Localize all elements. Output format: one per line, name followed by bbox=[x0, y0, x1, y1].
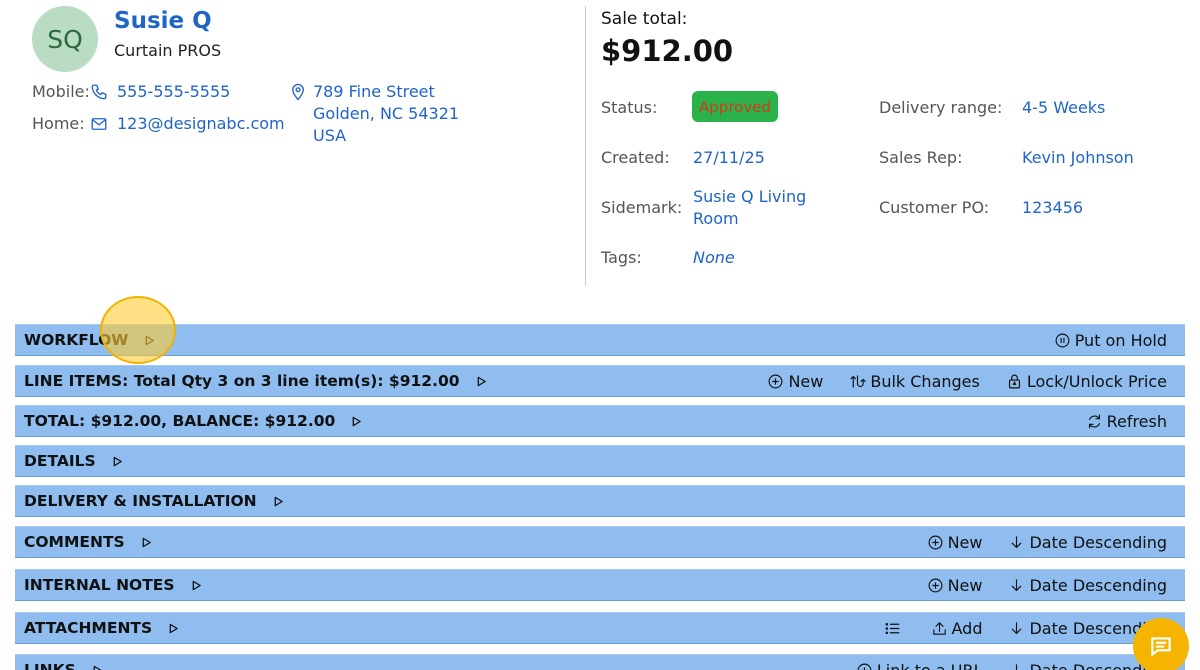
lock-unlock-price-button[interactable]: Lock/Unlock Price bbox=[1006, 372, 1167, 391]
section-workflow[interactable]: WORKFLOW Put on Hold bbox=[15, 324, 1185, 356]
chevron-right-icon[interactable] bbox=[351, 415, 363, 427]
customer-po-label: Customer PO: bbox=[879, 198, 990, 217]
plus-circle-icon bbox=[928, 535, 943, 549]
delivery-range-label: Delivery range: bbox=[879, 98, 1003, 117]
mobile-label: Mobile: bbox=[32, 82, 90, 101]
status-label: Status: bbox=[601, 98, 658, 117]
sort-notes-button[interactable]: Date Descending bbox=[1008, 576, 1167, 595]
link-to-url-label: Link to a URL bbox=[876, 660, 983, 670]
section-title: LINE ITEMS: Total Qty 3 on 3 line item(s… bbox=[24, 372, 460, 390]
status-badge[interactable]: Approved bbox=[692, 91, 778, 122]
section-title: TOTAL: $912.00, BALANCE: $912.00 bbox=[24, 412, 336, 430]
refresh-icon bbox=[1088, 414, 1100, 428]
section-attachments[interactable]: ATTACHMENTS Add Date Descending bbox=[15, 612, 1185, 644]
new-comment-button[interactable]: New bbox=[927, 532, 983, 552]
section-internal-notes[interactable]: INTERNAL NOTES New Date Descending bbox=[15, 569, 1185, 601]
plus-circle-icon bbox=[768, 374, 783, 388]
section-title: DETAILS bbox=[24, 452, 96, 470]
put-on-hold-button[interactable]: Put on Hold bbox=[1054, 331, 1167, 350]
upload-icon bbox=[932, 621, 946, 635]
sort-comments-button[interactable]: Date Descending bbox=[1008, 533, 1167, 552]
pause-circle-icon bbox=[1055, 333, 1070, 347]
new-label: New bbox=[947, 532, 983, 552]
chat-icon bbox=[1151, 637, 1171, 656]
link-to-url-button[interactable]: Link to a URL bbox=[856, 660, 983, 670]
home-label: Home: bbox=[32, 114, 85, 133]
section-details[interactable]: DETAILS bbox=[15, 445, 1185, 477]
chevron-right-icon[interactable] bbox=[476, 375, 488, 387]
chat-button[interactable] bbox=[1133, 618, 1189, 670]
lock-unlock-price-label: Lock/Unlock Price bbox=[1026, 371, 1167, 391]
location-pin-icon bbox=[289, 83, 307, 101]
new-label: New bbox=[788, 371, 824, 391]
bulk-changes-label: Bulk Changes bbox=[870, 371, 980, 391]
sort-label: Date Descending bbox=[1029, 532, 1167, 552]
header-divider bbox=[585, 6, 586, 286]
sales-rep-label: Sales Rep: bbox=[879, 148, 963, 167]
add-label: Add bbox=[951, 618, 983, 638]
chevron-right-icon[interactable] bbox=[273, 495, 285, 507]
chevron-right-icon[interactable] bbox=[92, 664, 104, 670]
list-view-button[interactable] bbox=[884, 620, 905, 637]
created-date[interactable]: 27/11/25 bbox=[693, 148, 765, 167]
chevron-right-icon[interactable] bbox=[141, 536, 153, 548]
mail-icon bbox=[90, 115, 108, 133]
sidemark-label: Sidemark: bbox=[601, 198, 683, 217]
avatar: SQ bbox=[32, 6, 98, 72]
plus-circle-icon bbox=[857, 663, 872, 670]
refresh-button[interactable]: Refresh bbox=[1086, 412, 1167, 431]
section-delivery-installation[interactable]: DELIVERY & INSTALLATION bbox=[15, 485, 1185, 517]
add-attachment-button[interactable]: Add bbox=[931, 618, 983, 638]
arrow-down-icon bbox=[1012, 621, 1022, 634]
sidemark-line1[interactable]: Susie Q Living bbox=[693, 187, 806, 206]
section-title: LINKS bbox=[24, 661, 76, 670]
section-title: INTERNAL NOTES bbox=[24, 576, 175, 594]
section-comments[interactable]: COMMENTS New Date Descending bbox=[15, 526, 1185, 558]
section-total[interactable]: TOTAL: $912.00, BALANCE: $912.00 Refresh bbox=[15, 405, 1185, 437]
chevron-right-icon[interactable] bbox=[112, 455, 124, 467]
sale-total-value: $912.00 bbox=[601, 34, 734, 68]
section-title: ATTACHMENTS bbox=[24, 619, 153, 637]
sidemark-line2[interactable]: Room bbox=[693, 209, 739, 228]
customer-name[interactable]: Susie Q bbox=[114, 8, 212, 34]
phone-icon bbox=[90, 83, 108, 101]
mobile-phone-link[interactable]: 555-555-5555 bbox=[117, 82, 230, 101]
chevron-right-icon[interactable] bbox=[168, 622, 180, 634]
address-line1[interactable]: 789 Fine Street bbox=[313, 82, 435, 101]
address-line3[interactable]: USA bbox=[313, 126, 346, 145]
email-link[interactable]: 123@designabc.com bbox=[117, 114, 285, 133]
section-links[interactable]: LINKS Link to a URL Date Descending bbox=[15, 654, 1185, 670]
sales-rep-value[interactable]: Kevin Johnson bbox=[1022, 148, 1134, 167]
bulk-changes-icon bbox=[850, 374, 867, 388]
new-note-button[interactable]: New bbox=[927, 575, 983, 595]
new-line-item-button[interactable]: New bbox=[767, 372, 823, 391]
section-line-items[interactable]: LINE ITEMS: Total Qty 3 on 3 line item(s… bbox=[15, 365, 1185, 397]
delivery-range-value[interactable]: 4-5 Weeks bbox=[1022, 98, 1105, 117]
bulk-changes-button[interactable]: Bulk Changes bbox=[849, 372, 980, 391]
customer-po-value[interactable]: 123456 bbox=[1022, 198, 1083, 217]
sort-label: Date Descending bbox=[1029, 575, 1167, 595]
tags-label: Tags: bbox=[601, 248, 642, 267]
lock-icon bbox=[1008, 374, 1020, 388]
put-on-hold-label: Put on Hold bbox=[1074, 330, 1167, 350]
address-line2[interactable]: Golden, NC 54321 bbox=[313, 104, 459, 123]
section-title: COMMENTS bbox=[24, 533, 125, 551]
arrow-down-icon bbox=[1012, 535, 1022, 548]
section-title: DELIVERY & INSTALLATION bbox=[24, 492, 257, 510]
arrow-down-icon bbox=[1012, 578, 1022, 591]
plus-circle-icon bbox=[928, 578, 943, 592]
created-label: Created: bbox=[601, 148, 670, 167]
sale-total-label: Sale total: bbox=[601, 9, 688, 29]
refresh-label: Refresh bbox=[1106, 411, 1167, 431]
new-label: New bbox=[947, 575, 983, 595]
arrow-down-icon bbox=[1016, 663, 1018, 670]
tags-value[interactable]: None bbox=[693, 248, 735, 267]
click-highlight bbox=[100, 296, 176, 364]
list-icon bbox=[885, 622, 899, 634]
chevron-right-icon[interactable] bbox=[191, 579, 203, 591]
customer-company: Curtain PROS bbox=[114, 41, 222, 60]
